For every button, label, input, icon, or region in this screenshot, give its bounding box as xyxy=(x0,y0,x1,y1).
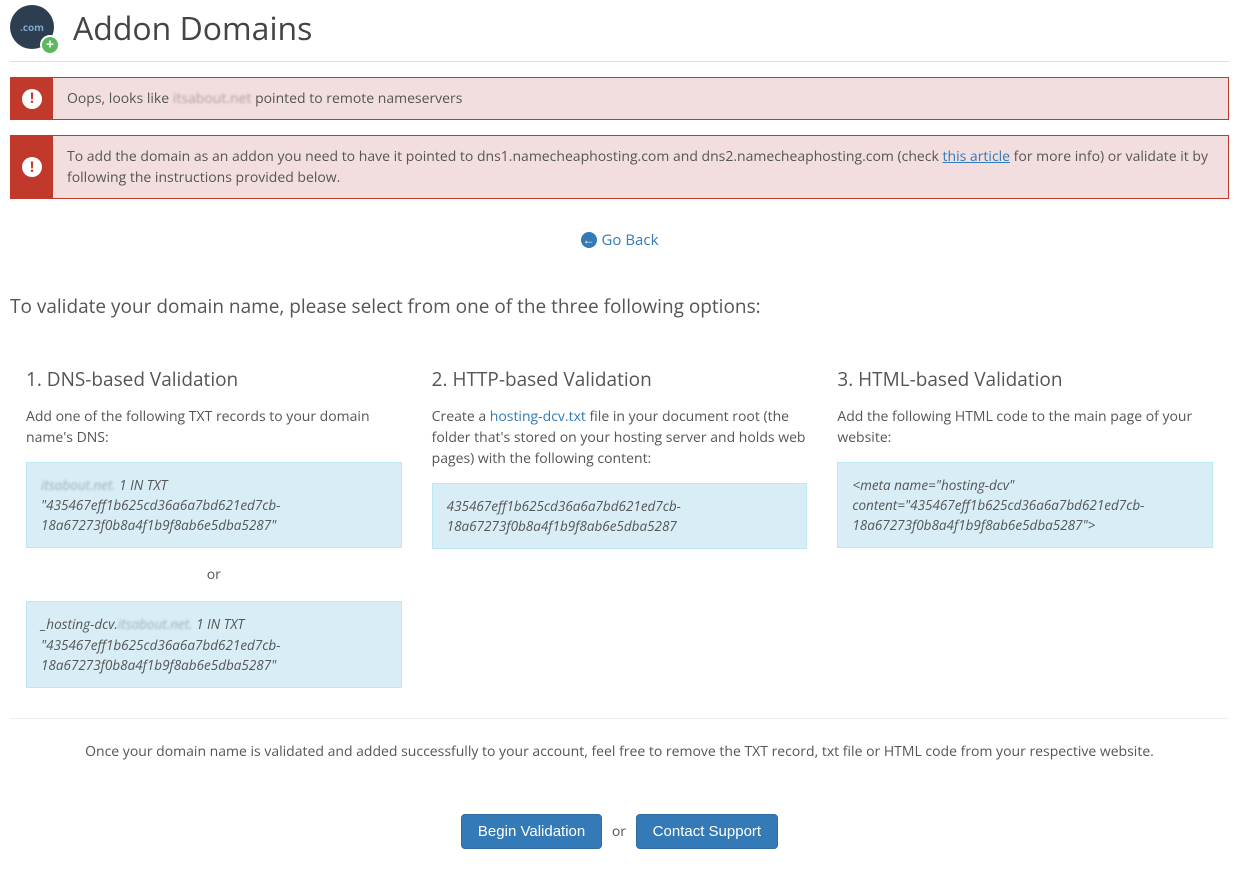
alert-icon: ! xyxy=(11,78,53,119)
option-title: 2. HTTP-based Validation xyxy=(432,365,808,394)
code-box-txt-1: itsabout.net. 1 IN TXT "435467eff1b625cd… xyxy=(26,462,402,549)
option-desc: Add one of the following TXT records to … xyxy=(26,406,402,448)
addon-domains-icon: .com + xyxy=(10,5,58,53)
page-header: .com + Addon Domains xyxy=(10,5,1229,62)
option-desc: Add the following HTML code to the main … xyxy=(837,406,1213,448)
arrow-left-icon: ← xyxy=(581,232,597,248)
article-link[interactable]: this article xyxy=(943,147,1011,166)
or-text: or xyxy=(26,564,402,585)
plus-icon: + xyxy=(40,35,60,55)
code-box-txt-2: _hosting-dcv.itsabout.net. 1 IN TXT "435… xyxy=(26,601,402,688)
exclamation-icon: ! xyxy=(22,157,42,177)
alert-error-1: ! Oops, looks like itsabout.net pointed … xyxy=(10,77,1229,120)
alert-error-2: ! To add the domain as an addon you need… xyxy=(10,135,1229,199)
code-box-html: <meta name="hosting-dcv" content="435467… xyxy=(837,462,1213,549)
hosting-dcv-link[interactable]: hosting-dcv.txt xyxy=(490,407,586,426)
option-dns: 1. DNS-based Validation Add one of the f… xyxy=(26,365,402,688)
action-buttons: Begin Validation or Contact Support xyxy=(10,814,1229,849)
code-box-http: 435467eff1b625cd36a6a7bd621ed7cb-18a6727… xyxy=(432,483,808,550)
option-http: 2. HTTP-based Validation Create a hostin… xyxy=(432,365,808,688)
post-validation-note: Once your domain name is validated and a… xyxy=(10,719,1229,784)
contact-support-button[interactable]: Contact Support xyxy=(636,814,778,849)
alert-text: To add the domain as an addon you need t… xyxy=(53,136,1228,198)
begin-validation-button[interactable]: Begin Validation xyxy=(461,814,602,849)
intro-text: To validate your domain name, please sel… xyxy=(10,292,1229,321)
alert-icon: ! xyxy=(11,136,53,198)
option-title: 3. HTML-based Validation xyxy=(837,365,1213,394)
option-desc: Create a hosting-dcv.txt file in your do… xyxy=(432,406,808,469)
validation-options: 1. DNS-based Validation Add one of the f… xyxy=(10,355,1229,719)
alert-text: Oops, looks like itsabout.net pointed to… xyxy=(53,78,476,119)
exclamation-icon: ! xyxy=(22,89,42,109)
or-text: or xyxy=(612,822,626,841)
page-title: Addon Domains xyxy=(73,5,312,53)
go-back-link[interactable]: ← Go Back xyxy=(581,229,659,252)
option-title: 1. DNS-based Validation xyxy=(26,365,402,394)
option-html: 3. HTML-based Validation Add the followi… xyxy=(837,365,1213,688)
